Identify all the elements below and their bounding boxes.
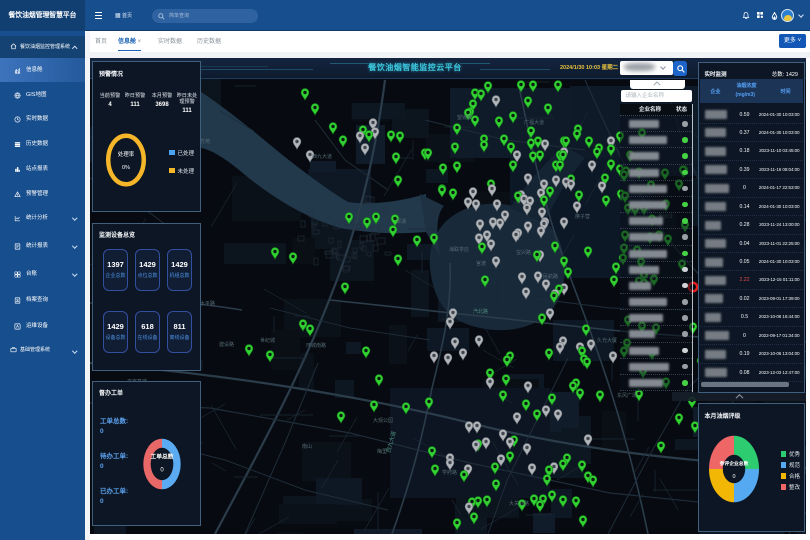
svg-text:望城坡: 望城坡	[457, 114, 472, 121]
svg-text:大观公园: 大观公园	[373, 417, 393, 424]
svg-text:0%: 0%	[122, 165, 130, 171]
svg-text:建设路: 建设路	[219, 341, 234, 348]
svg-text:久光大厦: 久光大厦	[597, 337, 617, 344]
svg-text:官渡: 官渡	[476, 260, 486, 267]
svg-text:汽北路: 汽北路	[473, 308, 488, 315]
svg-text:环城南路: 环城南路	[306, 342, 326, 349]
svg-text:参评企业总数: 参评企业总数	[719, 460, 748, 467]
svg-text:海联茶店: 海联茶店	[449, 246, 469, 253]
svg-text:大关北路: 大关北路	[509, 500, 529, 507]
svg-text:世纪城: 世纪城	[260, 337, 275, 344]
svg-text:东风广场: 东风广场	[617, 392, 637, 399]
svg-text:西九大道: 西九大道	[312, 153, 332, 160]
svg-text:处理率: 处理率	[118, 150, 135, 158]
svg-text:翠湖: 翠湖	[396, 218, 406, 225]
svg-text:南山: 南山	[302, 443, 312, 450]
svg-text:0: 0	[732, 474, 735, 480]
svg-text:宝兴路: 宝兴路	[516, 249, 531, 256]
svg-text:民航路: 民航路	[543, 273, 558, 280]
svg-text:广福大道: 广福大道	[524, 119, 544, 126]
svg-text:太平路: 太平路	[200, 300, 215, 307]
svg-text:学府路: 学府路	[442, 469, 457, 476]
svg-text:工单总数: 工单总数	[150, 452, 173, 460]
svg-text:席子营: 席子营	[575, 213, 590, 220]
